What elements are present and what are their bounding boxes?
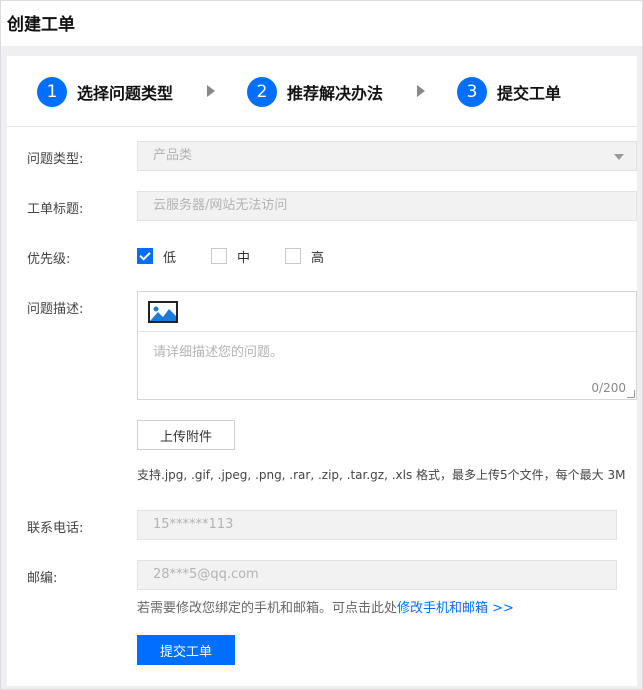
issue-type-select[interactable]: 产品类 bbox=[137, 141, 637, 171]
priority-option-label: 低 bbox=[163, 250, 177, 266]
priority-option-high[interactable]: 高 bbox=[285, 247, 325, 266]
upload-hint: 支持.jpg, .gif, .jpeg, .png, .rar, .zip, .… bbox=[137, 468, 626, 482]
issue-type-label: 问题类型: bbox=[27, 152, 84, 167]
image-icon[interactable] bbox=[148, 301, 178, 323]
app-frame: 创建工单 1 选择问题类型 2 推荐解决办法 3 提交工单 问题类型: 产品类 bbox=[0, 0, 643, 690]
step-3: 3 提交工单 bbox=[457, 77, 561, 107]
page-title: 创建工单 bbox=[7, 15, 75, 35]
email-field: 28***5@qq.com bbox=[137, 560, 617, 590]
issue-type-value: 产品类 bbox=[153, 148, 193, 163]
checkbox-icon[interactable] bbox=[211, 248, 227, 264]
priority-option-medium[interactable]: 中 bbox=[211, 247, 251, 266]
step-number: 2 bbox=[247, 77, 277, 107]
step-number: 3 bbox=[457, 77, 487, 107]
subject-input[interactable]: 云服务器/网站无法访问 bbox=[137, 191, 637, 221]
step-indicator: 1 选择问题类型 2 推荐解决办法 3 提交工单 bbox=[7, 56, 637, 127]
note-text: 若需要修改您绑定的手机和邮箱。可点击此处 bbox=[137, 601, 398, 616]
title-bar: 创建工单 bbox=[1, 1, 642, 46]
editor-toolbar bbox=[138, 292, 636, 332]
ticket-form-card: 1 选择问题类型 2 推荐解决办法 3 提交工单 问题类型: 产品类 工单标题:… bbox=[7, 56, 637, 686]
priority-option-low[interactable]: 低 bbox=[137, 247, 177, 266]
resize-handle-icon[interactable] bbox=[627, 390, 635, 398]
step-2: 2 推荐解决办法 bbox=[247, 77, 383, 107]
modify-contact-link[interactable]: 修改手机和邮箱 >> bbox=[397, 601, 514, 616]
upload-attachment-button[interactable]: 上传附件 bbox=[137, 420, 235, 450]
email-value: 28***5@qq.com bbox=[153, 567, 259, 582]
step-label: 提交工单 bbox=[497, 84, 562, 103]
step-number: 1 bbox=[37, 77, 67, 107]
description-placeholder: 请详细描述您的问题。 bbox=[153, 345, 284, 360]
step-1: 1 选择问题类型 bbox=[37, 77, 173, 107]
description-label: 问题描述: bbox=[27, 302, 84, 317]
email-label: 邮编: bbox=[27, 571, 58, 586]
phone-value: 15******113 bbox=[153, 517, 234, 532]
step-label: 推荐解决办法 bbox=[287, 84, 384, 103]
subject-label: 工单标题: bbox=[27, 202, 84, 217]
checkbox-checked-icon[interactable] bbox=[137, 248, 153, 264]
phone-label: 联系电话: bbox=[27, 521, 84, 536]
step-arrow-icon bbox=[207, 85, 215, 97]
submit-ticket-button[interactable]: 提交工单 bbox=[137, 635, 235, 665]
description-editor[interactable]: 请详细描述您的问题。 0/200 bbox=[137, 291, 637, 400]
priority-option-label: 中 bbox=[237, 250, 251, 266]
subject-placeholder: 云服务器/网站无法访问 bbox=[153, 198, 288, 213]
step-label: 选择问题类型 bbox=[77, 84, 174, 103]
chevron-down-icon bbox=[614, 154, 624, 160]
char-counter: 0/200 bbox=[591, 381, 626, 395]
priority-label: 优先级: bbox=[27, 252, 71, 267]
priority-option-label: 高 bbox=[311, 250, 325, 266]
phone-field: 15******113 bbox=[137, 510, 617, 540]
modify-contact-note: 若需要修改您绑定的手机和邮箱。可点击此处修改手机和邮箱 >> bbox=[137, 597, 514, 616]
checkbox-icon[interactable] bbox=[285, 248, 301, 264]
step-arrow-icon bbox=[417, 85, 425, 97]
